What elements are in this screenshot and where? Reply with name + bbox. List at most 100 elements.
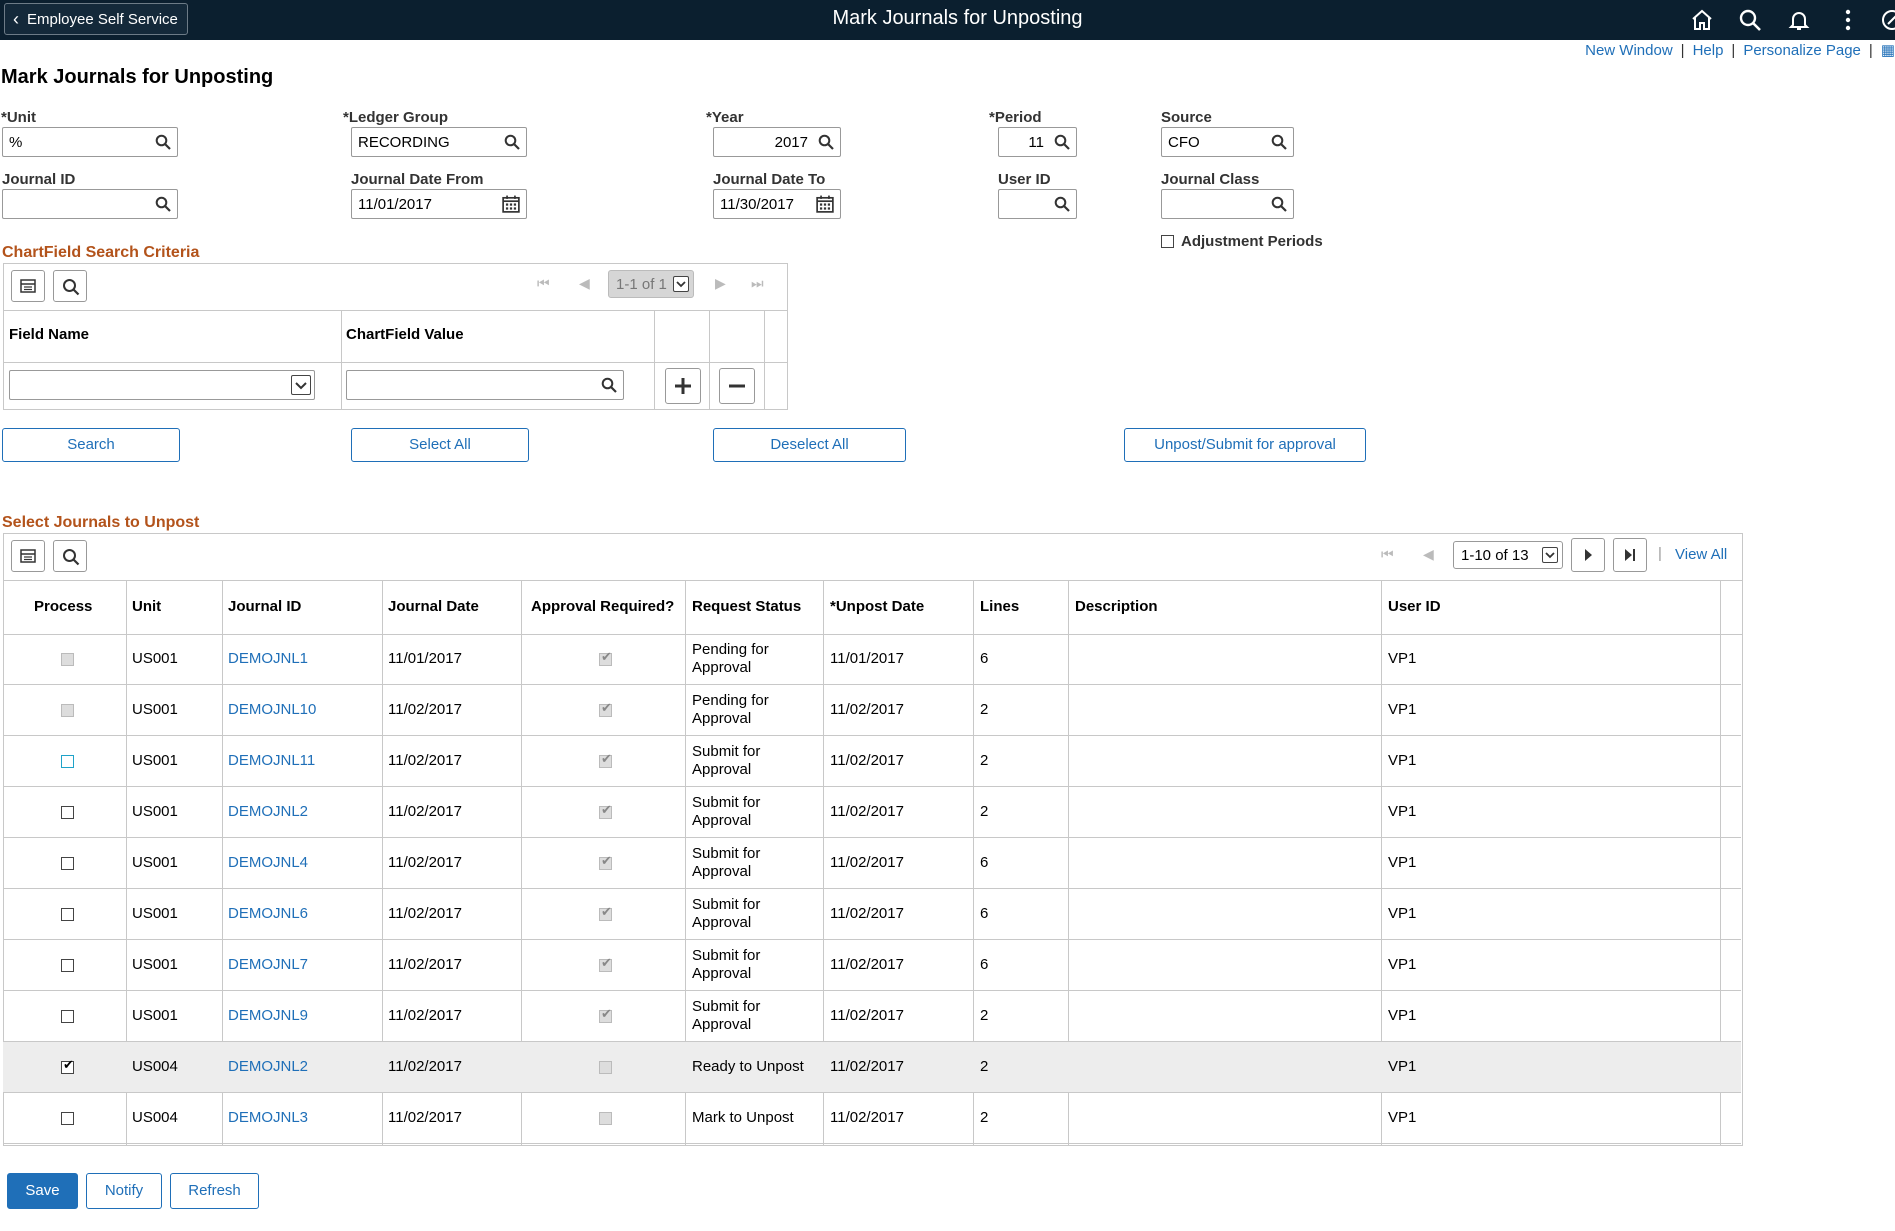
process-checkbox[interactable] — [61, 857, 74, 870]
journal-class-field[interactable] — [1161, 189, 1294, 219]
lookup-icon[interactable] — [155, 196, 171, 212]
top-banner: ‹ Employee Self Service Mark Journals fo… — [0, 0, 1895, 40]
unpost-submit-button[interactable]: Unpost/Submit for approval — [1124, 428, 1366, 462]
lookup-icon[interactable] — [504, 134, 520, 150]
lookup-icon[interactable] — [1054, 196, 1070, 212]
save-button[interactable]: Save — [7, 1173, 78, 1209]
find-in-grid-button[interactable] — [53, 540, 87, 572]
unit-field[interactable]: % — [2, 127, 178, 157]
journal-id-link[interactable]: DEMOJNL3 — [228, 1109, 308, 1126]
search-button[interactable]: Search — [2, 428, 180, 462]
delete-row-button[interactable] — [719, 368, 755, 404]
table-row[interactable]: US001 DEMOJNL4 11/02/2017 ✔ Submit for Approv… — [3, 838, 1741, 889]
process-checkbox[interactable] — [61, 959, 74, 972]
user-id-field[interactable] — [998, 189, 1077, 219]
grid-icon[interactable]: ▦ — [1881, 42, 1895, 59]
personalize-grid-button[interactable] — [11, 540, 45, 572]
table-row[interactable]: US001 DEMOJNL7 11/02/2017 ✔ Submit for Approv… — [3, 940, 1741, 991]
more-icon[interactable] — [1836, 8, 1860, 32]
journal-id-link[interactable]: DEMOJNL4 — [228, 854, 308, 871]
check-icon: ✔ — [601, 700, 612, 715]
chevron-down-icon — [673, 276, 689, 292]
journal-id-link[interactable]: DEMOJNL2 — [228, 1058, 308, 1075]
home-icon[interactable] — [1690, 8, 1714, 32]
plus-icon — [675, 378, 691, 394]
select-all-button[interactable]: Select All — [351, 428, 529, 462]
table-row[interactable]: US004 DEMOJNL3 11/02/2017 Mark to Unpost 11/… — [3, 1093, 1741, 1144]
nav-circle-icon[interactable] — [1880, 8, 1895, 32]
unit-label: *Unit — [1, 109, 36, 126]
chartfield-pager[interactable]: 1-1 of 1 — [608, 270, 694, 298]
notify-button[interactable]: Notify — [86, 1173, 162, 1209]
unit-cell: US001 — [132, 956, 178, 973]
unit-cell: US001 — [132, 1007, 178, 1024]
journal-id-link[interactable]: DEMOJNL10 — [228, 701, 316, 718]
help-link[interactable]: Help — [1693, 42, 1724, 59]
add-row-button[interactable] — [665, 368, 701, 404]
unpost-date-cell: 11/02/2017 — [830, 1109, 904, 1126]
search-icon[interactable] — [1738, 8, 1762, 32]
table-row[interactable]: US001 DEMOJNL10 11/02/2017 ✔ Pending for Appr… — [3, 685, 1741, 736]
previous-page-icon[interactable]: ◀ — [579, 275, 590, 292]
next-page-icon[interactable]: ▶ — [715, 275, 726, 292]
new-window-link[interactable]: New Window — [1585, 42, 1673, 59]
first-page-icon[interactable]: ⏮ — [537, 275, 550, 292]
calendar-icon[interactable] — [502, 195, 520, 213]
journal-id-link[interactable]: DEMOJNL9 — [228, 1007, 308, 1024]
journal-id-link[interactable]: DEMOJNL7 — [228, 956, 308, 973]
request-status-cell: Approval — [692, 863, 752, 880]
journal-date-to-field[interactable]: 11/30/2017 — [713, 189, 841, 219]
approval-required-checkbox: ✔ — [599, 956, 612, 972]
minus-icon — [729, 384, 745, 388]
request-status-cell: Approval — [692, 965, 752, 982]
deselect-all-button[interactable]: Deselect All — [713, 428, 906, 462]
table-row[interactable]: ✔ US004 DEMOJNL2 11/02/2017 Ready to Unpost 1… — [3, 1042, 1741, 1093]
table-row[interactable]: US001 DEMOJNL9 11/02/2017 ✔ Submit for Approv… — [3, 991, 1741, 1042]
adjustment-periods-checkbox[interactable] — [1161, 235, 1174, 248]
chartfield-value-field[interactable] — [346, 370, 624, 400]
refresh-button[interactable]: Refresh — [170, 1173, 259, 1209]
period-field[interactable]: 11 — [998, 127, 1077, 157]
previous-page-icon[interactable]: ◀ — [1423, 546, 1434, 563]
table-row[interactable]: US001 DEMOJNL11 11/02/2017 ✔ Submit for Appro… — [3, 736, 1741, 787]
lookup-icon[interactable] — [818, 134, 834, 150]
personalize-grid-button[interactable] — [11, 270, 45, 302]
next-page-button[interactable] — [1571, 538, 1605, 572]
last-page-button[interactable] — [1613, 538, 1647, 572]
journal-id-link[interactable]: DEMOJNL2 — [228, 803, 308, 820]
unpost-date-cell: 11/02/2017 — [830, 1007, 904, 1024]
journal-date-from-field[interactable]: 11/01/2017 — [351, 189, 527, 219]
process-column-header: Process — [34, 598, 93, 615]
lookup-icon[interactable] — [1271, 196, 1287, 212]
ledger-group-field[interactable]: RECORDING — [351, 127, 527, 157]
year-field[interactable]: 2017 — [713, 127, 841, 157]
lookup-icon[interactable] — [1054, 134, 1070, 150]
process-checkbox[interactable] — [61, 1010, 74, 1023]
lookup-icon[interactable] — [1271, 134, 1287, 150]
find-in-grid-button[interactable] — [53, 270, 87, 302]
table-row[interactable]: US001 DEMOJNL6 11/02/2017 ✔ Submit for Approv… — [3, 889, 1741, 940]
source-label: Source — [1161, 109, 1212, 126]
last-page-icon[interactable]: ⏭ — [751, 275, 764, 292]
calendar-icon[interactable] — [816, 195, 834, 213]
process-checkbox[interactable] — [61, 755, 74, 768]
first-page-icon[interactable]: ⏮ — [1381, 546, 1394, 563]
journals-pager[interactable]: 1-10 of 13 — [1453, 541, 1563, 569]
lookup-icon[interactable] — [155, 134, 171, 150]
view-all-link[interactable]: View All — [1675, 546, 1727, 563]
source-field[interactable]: CFO — [1161, 127, 1294, 157]
field-name-select[interactable] — [9, 370, 315, 400]
journal-id-field[interactable] — [2, 189, 178, 219]
journal-id-link[interactable]: DEMOJNL11 — [228, 752, 315, 769]
process-checkbox[interactable] — [61, 806, 74, 819]
table-row[interactable]: US001 DEMOJNL2 11/02/2017 ✔ Submit for Approv… — [3, 787, 1741, 838]
process-checkbox[interactable]: ✔ — [61, 1058, 74, 1074]
process-checkbox[interactable] — [61, 908, 74, 921]
table-row[interactable]: US001 DEMOJNL1 11/01/2017 ✔ Pending for Appro… — [3, 634, 1741, 685]
journal-id-link[interactable]: DEMOJNL6 — [228, 905, 308, 922]
personalize-page-link[interactable]: Personalize Page — [1743, 42, 1861, 59]
process-checkbox[interactable] — [61, 1112, 74, 1125]
journal-id-link[interactable]: DEMOJNL1 — [228, 650, 308, 667]
bell-icon[interactable] — [1787, 8, 1811, 32]
lookup-icon[interactable] — [601, 377, 617, 393]
